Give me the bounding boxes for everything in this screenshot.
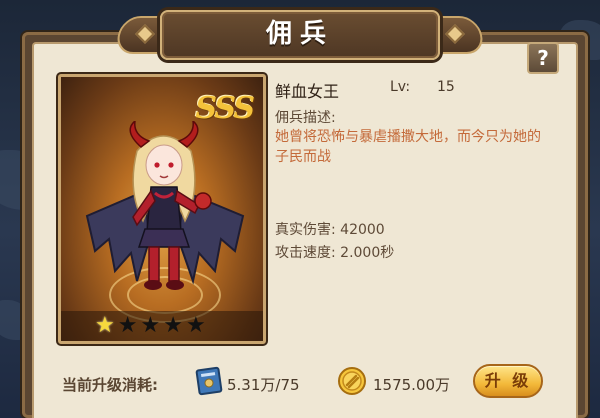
window-title: 佣兵: [265, 19, 334, 49]
description-label: 佣兵描述:: [275, 110, 336, 126]
level-label: Lv:: [390, 79, 411, 95]
hero-name: 鲜血女王: [275, 82, 340, 101]
stat-value: 42000: [340, 222, 385, 238]
stat-label: 攻击速度:: [275, 245, 336, 261]
book-cost: 5.31万/75: [227, 376, 300, 394]
star-icon: ★: [163, 313, 183, 338]
level-value: 15: [437, 79, 455, 95]
stat-true-damage: 真实伤害: 42000: [275, 219, 385, 239]
description-text: 她曾将恐怖与暴虐播撒大地，而今只为她的子民而战: [275, 129, 541, 165]
help-button[interactable]: ?: [527, 42, 559, 74]
hero-card[interactable]: SSS ★ ★ ★ ★ ★: [58, 74, 266, 344]
gold-coin-icon: [338, 367, 366, 395]
star-icon: ★: [140, 313, 161, 338]
stat-label: 真实伤害:: [275, 222, 336, 238]
stat-attack-speed: 攻击速度: 2.000秒: [275, 242, 394, 262]
book-icon: [195, 366, 223, 396]
star-rating: ★ ★ ★ ★ ★: [61, 311, 263, 341]
star-icon: ★: [185, 313, 206, 338]
upgrade-button[interactable]: 升 级: [473, 364, 543, 398]
stat-value: 2.000秒: [340, 245, 395, 261]
hero-portrait: [85, 121, 245, 290]
star-icon: ★: [117, 313, 138, 338]
title-banner: 佣兵: [113, 6, 487, 64]
star-icon: ★: [95, 313, 115, 338]
upgrade-cost-label: 当前升级消耗:: [62, 376, 158, 394]
help-icon: ?: [537, 46, 549, 70]
upgrade-bar: 当前升级消耗: 5.31万/75 1575.00万 升 级: [52, 362, 552, 402]
gold-cost: 1575.00万: [373, 376, 451, 394]
